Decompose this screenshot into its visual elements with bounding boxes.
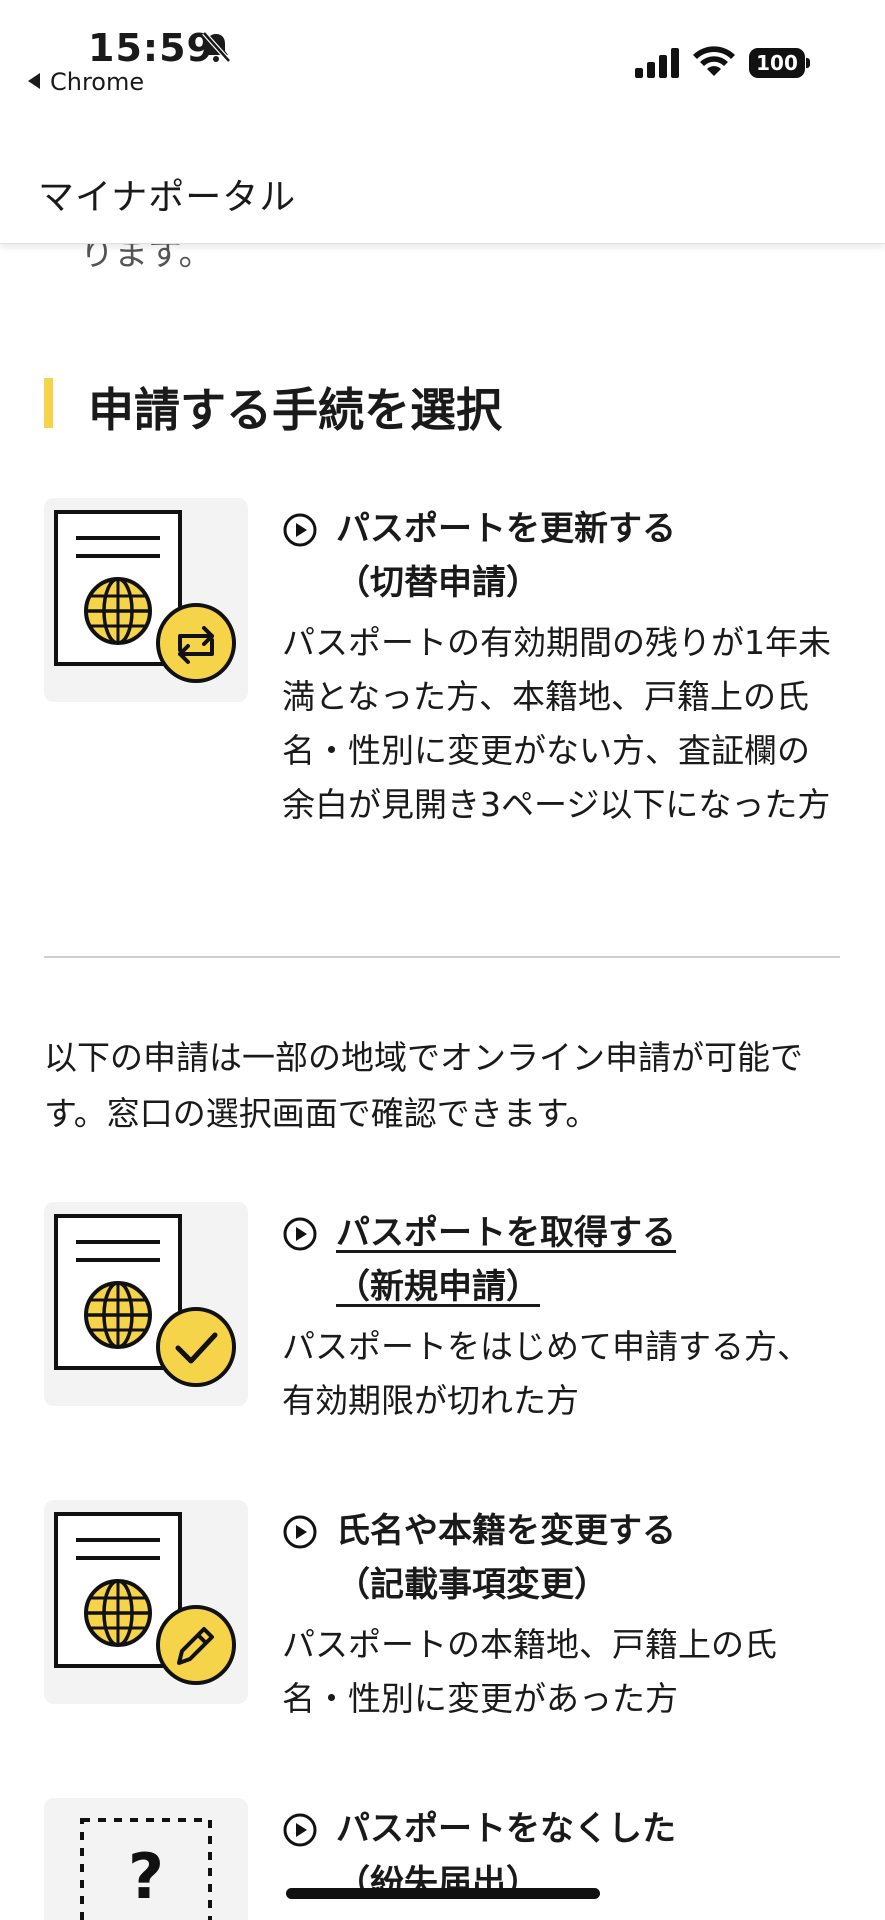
procedure-description: パスポートの有効期間の残りが1年未満となった方、本籍地、戸籍上の氏名・性別に変更…: [282, 623, 831, 824]
online-availability-notice: 以下の申請は一部の地域でオンライン申請が可能です。窓口の選択画面で確認できます。: [44, 1038, 803, 1133]
question-icon: ?: [128, 1840, 164, 1913]
play-circle-icon: [283, 1515, 317, 1549]
passport-icon: ?: [80, 1818, 212, 1920]
passport-renew-illustration: [44, 498, 248, 702]
procedure-item-renew[interactable]: パスポートを更新する （切替申請） パスポートの有効期間の残りが1年未満となった…: [44, 498, 844, 898]
procedure-title-line1: パスポートをなくした: [336, 1809, 676, 1849]
passport-icon: [54, 1512, 236, 1685]
page: 15:59 Chrome 100 マイナポータル ります。 申請する手続を選択 …: [0, 0, 885, 1920]
procedure-item-lost[interactable]: ? パスポートをなくした （紛失届出）: [44, 1798, 844, 1920]
passport-new-illustration: [44, 1202, 248, 1406]
play-circle-icon: [283, 1217, 317, 1251]
svg-text:?: ?: [128, 1840, 164, 1913]
play-circle-icon: [283, 1813, 317, 1847]
home-indicator: [286, 1888, 600, 1899]
play-circle-icon: [283, 513, 317, 547]
procedure-title-line1: パスポートを更新する: [336, 509, 676, 549]
heading-accent-bar: [44, 378, 53, 428]
procedure-title-line2: （紛失届出）: [336, 1863, 540, 1903]
procedure-title-line1: パスポートを取得する: [336, 1213, 676, 1253]
procedure-item-new[interactable]: パスポートを取得する （新規申請） パスポートをはじめて申請する方、有効期限が切…: [44, 1202, 844, 1442]
back-app-label: Chrome: [50, 68, 145, 96]
cellular-signal-icon: [635, 48, 679, 78]
page-title[interactable]: マイナポータル: [38, 168, 296, 220]
clock: 15:59: [88, 26, 214, 70]
procedure-title-line2: （新規申請）: [336, 1267, 540, 1307]
passport-lost-illustration: ?: [44, 1798, 248, 1920]
passport-icon: [54, 1214, 236, 1387]
back-arrow-icon: [28, 73, 40, 89]
procedure-description: パスポートをはじめて申請する方、有効期限が切れた方: [282, 1327, 810, 1420]
battery-level: 100: [749, 48, 805, 78]
passport-change-illustration: [44, 1500, 248, 1704]
procedure-item-change[interactable]: 氏名や本籍を変更する （記載事項変更） パスポートの本籍地、戸籍上の氏名・性別に…: [44, 1500, 844, 1740]
status-bar: 15:59 Chrome 100: [0, 0, 885, 120]
bell-muted-icon: [202, 31, 231, 63]
section-heading-text: 申請する手続を選択: [88, 383, 502, 437]
app-header: マイナポータル: [0, 120, 885, 244]
back-to-app-link[interactable]: Chrome: [28, 68, 144, 96]
wifi-icon: [693, 46, 735, 76]
procedure-title-line2: （記載事項変更）: [336, 1565, 608, 1605]
procedure-title-line2: （切替申請）: [336, 563, 540, 603]
battery-icon: 100: [749, 48, 811, 78]
procedure-title-line1: 氏名や本籍を変更する: [336, 1511, 676, 1551]
passport-icon: [54, 510, 236, 683]
divider: [44, 956, 840, 958]
procedure-description: パスポートの本籍地、戸籍上の氏名・性別に変更があった方: [282, 1625, 777, 1718]
